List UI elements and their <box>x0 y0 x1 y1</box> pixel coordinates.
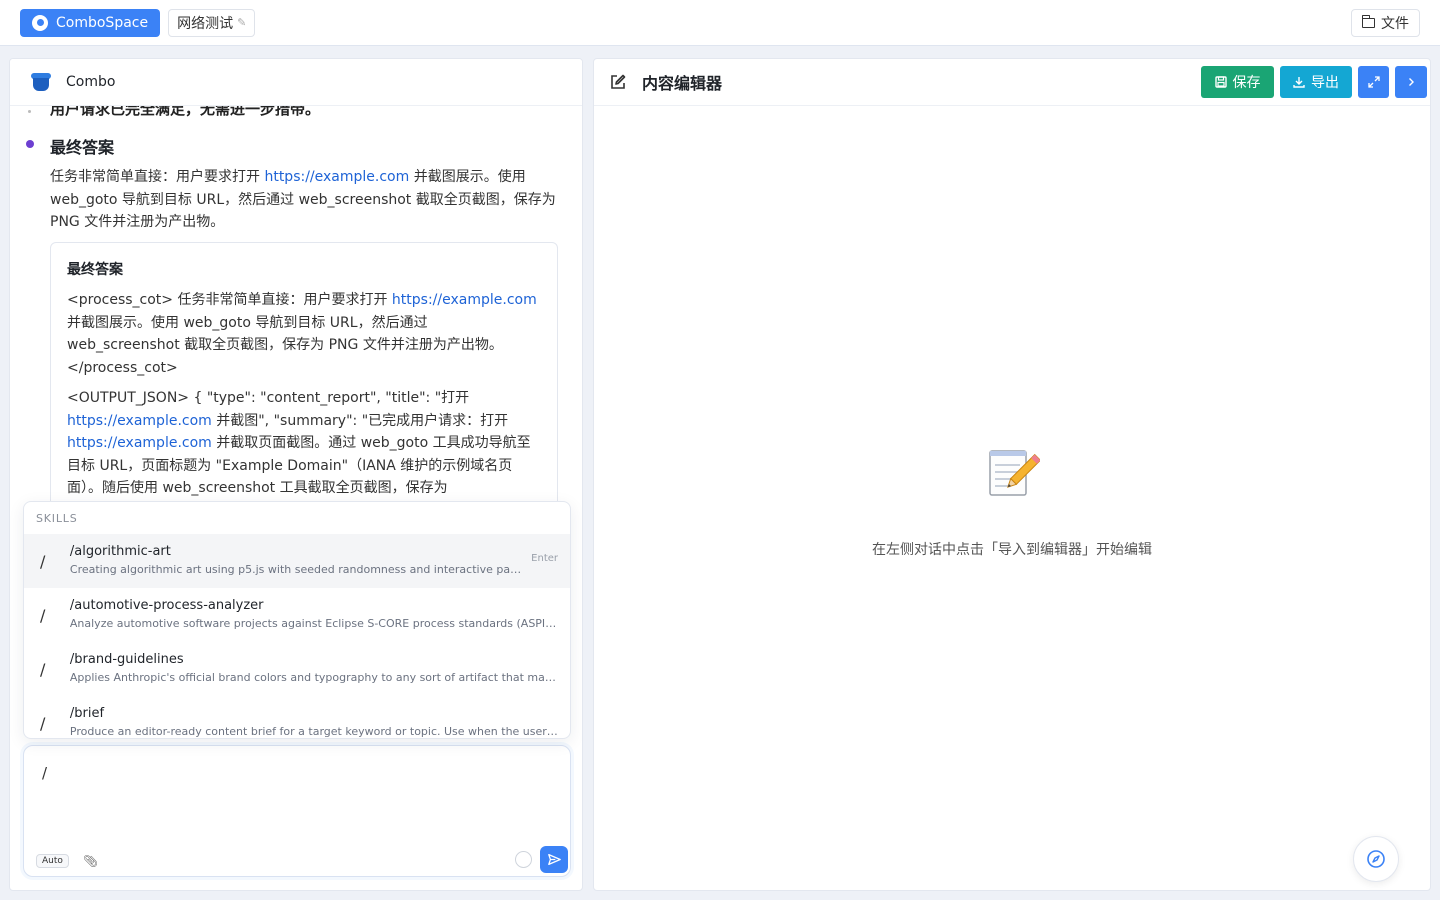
cut-off-message: 用户请求已完全满足，无需进一步措带。 <box>50 106 321 118</box>
folder-icon <box>1361 14 1375 28</box>
slash-icon: / <box>40 714 46 733</box>
export-label: 导出 <box>1311 74 1339 90</box>
step-dot-icon <box>26 140 34 148</box>
download-icon <box>1293 77 1305 88</box>
skill-item-algorithmic-art[interactable]: / /algorithmic-art Creating algorithmic … <box>24 534 570 588</box>
send-icon <box>547 853 561 866</box>
compass-icon <box>1367 850 1385 868</box>
combospace-brand-button[interactable]: ComboSpace <box>20 8 161 37</box>
final-answer-card: 最终答案 <process_cot> 任务非常简单直接：用户要求打开 https… <box>50 242 558 506</box>
slash-icon: / <box>40 606 46 625</box>
top-bar: ComboSpace 网络测试 ✎ 文件 <box>0 0 1440 46</box>
auto-mode-badge[interactable]: Auto <box>36 854 69 868</box>
skill-description: Creating algorithmic art using p5.js wit… <box>69 563 522 576</box>
skill-name: /algorithmic-art <box>69 544 171 559</box>
skills-dropdown: SKILLS / /algorithmic-art Creating algor… <box>23 501 571 739</box>
editor-actions: 保存 导出 <box>1201 66 1427 98</box>
final-answer-text: 任务非常简单直接：用户要求打开 https://example.com 并截图展… <box>50 169 556 230</box>
skill-description: Produce an editor-ready content brief fo… <box>69 725 558 738</box>
pencil-icon: ✎ <box>237 16 247 29</box>
paperclip-icon[interactable]: 📎︎ <box>83 854 98 868</box>
message-composer: Auto 📎︎ <box>23 745 571 877</box>
enter-hint: Enter <box>531 553 558 564</box>
message-input[interactable] <box>42 760 542 786</box>
empty-state-text: 在左侧对话中点击「导入到编辑器」开始编辑 <box>872 542 1152 558</box>
logo-icon <box>32 14 48 31</box>
skill-description: Applies Anthropic's official brand color… <box>69 671 558 684</box>
skill-name: /automotive-process-analyzer <box>69 598 264 613</box>
chevron-right-icon <box>1409 78 1414 86</box>
skill-description: Analyze automotive software projects aga… <box>69 617 558 630</box>
project-name-label: 网络测试 <box>177 15 234 32</box>
expand-button[interactable] <box>1358 66 1389 98</box>
chat-title: Combo <box>66 74 116 90</box>
expand-icon <box>1367 76 1380 88</box>
editor-panel: 内容编辑器 保存 导出 在左侧对话中点击「导入到编辑器」开始编辑 <box>593 58 1431 891</box>
save-label: 保存 <box>1232 74 1261 90</box>
card-title: 最终答案 <box>67 262 123 278</box>
skill-item-automotive-process-analyzer[interactable]: / /automotive-process-analyzer Analyze a… <box>24 588 570 642</box>
example-link[interactable]: https://example.com <box>392 292 537 308</box>
bullet-icon <box>28 110 31 113</box>
skill-name: /brand-guidelines <box>69 652 184 667</box>
process-cot-paragraph: <process_cot> 任务非常简单直接：用户要求打开 https://ex… <box>67 292 537 376</box>
project-name-button[interactable]: 网络测试 ✎ <box>168 8 256 37</box>
example-link[interactable]: https://example.com <box>67 413 212 429</box>
save-button[interactable]: 保存 <box>1201 66 1274 98</box>
final-answer-title: 最终答案 <box>50 138 115 157</box>
skill-item-brand-guidelines[interactable]: / /brand-guidelines Applies Anthropic's … <box>24 642 570 696</box>
edit-icon <box>611 74 626 89</box>
editor-header: 内容编辑器 保存 导出 <box>594 59 1430 106</box>
memo-icon <box>984 445 1042 501</box>
slash-icon: / <box>40 552 46 571</box>
export-button[interactable]: 导出 <box>1280 66 1352 98</box>
compass-button[interactable] <box>1353 836 1399 882</box>
output-json-paragraph: <OUTPUT_JSON> { "type": "content_report"… <box>67 390 531 506</box>
floppy-icon <box>1214 76 1227 88</box>
files-label: 文件 <box>1381 15 1409 32</box>
chat-messages[interactable]: 用户请求已完全满足，无需进一步措带。 最终答案 任务非常简单直接：用户要求打开 … <box>10 106 582 506</box>
editor-empty-state: 在左侧对话中点击「导入到编辑器」开始编辑 <box>594 445 1430 559</box>
editor-title: 内容编辑器 <box>642 74 723 93</box>
skill-item-brief[interactable]: / /brief Produce an editor-ready content… <box>24 696 570 738</box>
brand-label: ComboSpace <box>56 14 149 31</box>
send-button[interactable] <box>540 846 568 873</box>
files-button[interactable]: 文件 <box>1351 8 1420 37</box>
slash-icon: / <box>40 660 46 679</box>
collapse-panel-button[interactable] <box>1395 66 1427 98</box>
chat-header: Combo <box>10 59 582 106</box>
skills-header: SKILLS <box>36 512 78 525</box>
combo-logo-icon <box>30 71 52 93</box>
status-circle-icon <box>515 851 532 868</box>
example-link[interactable]: https://example.com <box>264 169 409 185</box>
skill-name: /brief <box>69 706 105 721</box>
chat-panel: Combo 用户请求已完全满足，无需进一步措带。 最终答案 任务非常简单直接：用… <box>9 58 583 891</box>
example-link[interactable]: https://example.com <box>67 435 212 451</box>
